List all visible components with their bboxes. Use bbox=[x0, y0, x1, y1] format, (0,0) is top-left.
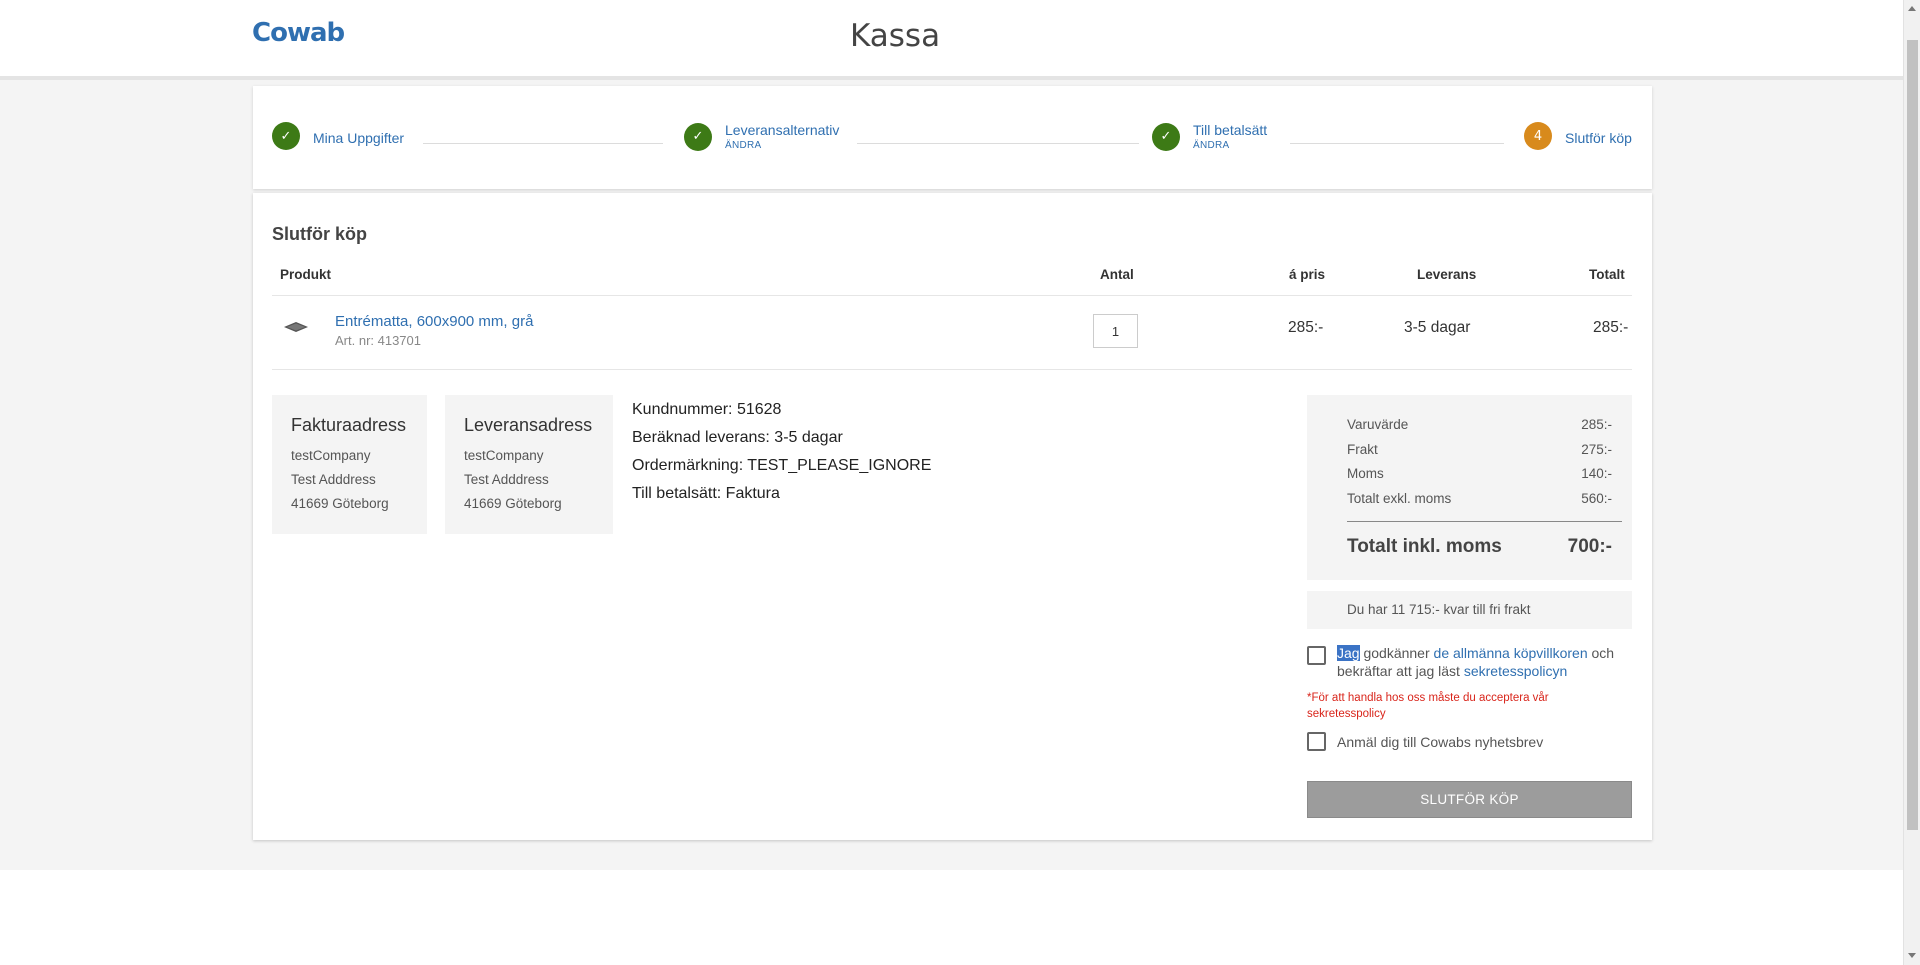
delivery-street: Test Adddress bbox=[464, 472, 549, 487]
step-mina-uppgifter[interactable]: ✓ Mina Uppgifter bbox=[272, 122, 404, 150]
summary-value: 140:- bbox=[1581, 466, 1612, 481]
billing-street: Test Adddress bbox=[291, 472, 376, 487]
payment-method: Till betalsätt: Faktura bbox=[632, 485, 780, 502]
terms-warning: *För att handla hos oss måste du accepte… bbox=[1307, 692, 1549, 720]
privacy-policy-link[interactable]: sekretesspolicyn bbox=[1464, 663, 1568, 679]
total-label: Totalt inkl. moms bbox=[1347, 536, 1502, 557]
doormat-icon[interactable] bbox=[284, 320, 308, 334]
estimated-delivery: Beräknad leverans: 3-5 dagar bbox=[632, 429, 843, 446]
summary-divider bbox=[1347, 521, 1622, 522]
delivery-address: Leveransadress testCompany Test Adddress… bbox=[445, 395, 613, 534]
step-number-badge: 4 bbox=[1524, 122, 1552, 150]
step-edit-link[interactable]: ÄNDRA bbox=[725, 140, 839, 151]
delivery-address-title: Leveransadress bbox=[464, 415, 593, 435]
checkout-panel: Slutför köp Produkt Antal á pris Leveran… bbox=[253, 193, 1652, 840]
summary-label: Moms bbox=[1347, 466, 1384, 481]
newsletter-label[interactable]: Anmäl dig till Cowabs nyhetsbrev bbox=[1337, 734, 1543, 750]
column-quantity: Antal bbox=[1100, 267, 1134, 282]
customer-number: Kundnummer: 51628 bbox=[632, 401, 782, 418]
cowab-logo[interactable]: Cowab bbox=[252, 18, 345, 48]
page-footer bbox=[0, 870, 1903, 965]
delivery-city: 41669 Göteborg bbox=[464, 496, 562, 511]
summary-value: 285:- bbox=[1581, 417, 1612, 432]
delivery-time: 3-5 dagar bbox=[1404, 319, 1471, 336]
summary-row: Moms 140:- bbox=[1347, 462, 1612, 487]
selected-text: Jag bbox=[1337, 645, 1360, 661]
summary-value: 275:- bbox=[1581, 441, 1612, 457]
terms-link[interactable]: de allmänna köpvillkoren bbox=[1434, 645, 1588, 661]
site-header: Cowab Kassa bbox=[0, 0, 1903, 80]
page-title: Kassa bbox=[850, 18, 941, 54]
step-till-betalsatt[interactable]: ✓ Till betalsätt ÄNDRA bbox=[1152, 122, 1267, 151]
step-label[interactable]: Mina Uppgifter bbox=[313, 130, 404, 146]
product-link[interactable]: Entrématta, 600x900 mm, grå bbox=[335, 313, 533, 330]
order-info: Kundnummer: 51628 Beräknad leverans: 3-5… bbox=[632, 396, 931, 508]
total-value: 700:- bbox=[1567, 536, 1612, 557]
product-art-nr: Art. nr: 413701 bbox=[335, 333, 421, 348]
unit-price: 285:- bbox=[1288, 319, 1324, 336]
summary-row: Totalt exkl. moms 560:- bbox=[1347, 487, 1612, 512]
order-summary: Varuvärde 285:- Frakt 275:- Moms 140:- T… bbox=[1307, 395, 1632, 580]
step-label[interactable]: Till betalsätt bbox=[1193, 122, 1267, 138]
terms-checkbox[interactable] bbox=[1307, 646, 1326, 665]
summary-total: Totalt inkl. moms 700:- bbox=[1347, 530, 1612, 558]
check-icon: ✓ bbox=[1152, 122, 1180, 151]
summary-row: Varuvärde 285:- bbox=[1347, 413, 1612, 438]
table-divider bbox=[272, 295, 1632, 296]
column-unit-price: á pris bbox=[1289, 267, 1326, 282]
step-connector bbox=[857, 143, 1139, 144]
free-shipping-notice: Du har 11 715:- kvar till fri frakt bbox=[1307, 591, 1632, 629]
step-slutfor-kop: 4 Slutför köp bbox=[1524, 122, 1632, 150]
scroll-up-arrow-icon[interactable] bbox=[1908, 6, 1916, 11]
scroll-thumb[interactable] bbox=[1907, 40, 1918, 830]
order-marking: Ordermärkning: TEST_PLEASE_IGNORE bbox=[632, 457, 932, 474]
summary-value: 560:- bbox=[1581, 490, 1612, 506]
step-leveransalternativ[interactable]: ✓ Leveransalternativ ÄNDRA bbox=[684, 122, 839, 151]
column-product: Produkt bbox=[280, 267, 332, 282]
check-icon: ✓ bbox=[272, 122, 300, 150]
step-connector bbox=[1290, 143, 1504, 144]
terms-text: Jag godkänner de allmänna köpvillkoren o… bbox=[1337, 644, 1632, 680]
summary-label: Totalt exkl. moms bbox=[1347, 490, 1452, 506]
billing-city: 41669 Göteborg bbox=[291, 496, 389, 511]
row-total: 285:- bbox=[1593, 319, 1629, 336]
summary-label: Frakt bbox=[1347, 441, 1378, 457]
table-divider bbox=[272, 369, 1632, 370]
column-total: Totalt bbox=[1589, 267, 1625, 282]
vertical-scrollbar[interactable] bbox=[1903, 0, 1920, 965]
terms-text-part: godkänner bbox=[1359, 645, 1434, 661]
product-table-header: Produkt Antal á pris Leverans Totalt bbox=[272, 267, 1632, 289]
quantity-input[interactable] bbox=[1093, 314, 1138, 348]
newsletter-checkbox[interactable] bbox=[1307, 732, 1326, 751]
step-edit-link[interactable]: ÄNDRA bbox=[1193, 140, 1267, 151]
step-label[interactable]: Leveransalternativ bbox=[725, 122, 839, 138]
summary-row: Frakt 275:- bbox=[1347, 438, 1612, 463]
billing-company: testCompany bbox=[291, 448, 371, 463]
scroll-down-arrow-icon[interactable] bbox=[1908, 953, 1916, 958]
summary-label: Varuvärde bbox=[1347, 417, 1409, 432]
step-connector bbox=[423, 143, 663, 144]
step-label: Slutför köp bbox=[1565, 130, 1632, 146]
check-icon: ✓ bbox=[684, 122, 712, 151]
checkout-stepper: ✓ Mina Uppgifter ✓ Leveransalternativ ÄN… bbox=[253, 86, 1652, 189]
column-delivery: Leverans bbox=[1417, 267, 1477, 282]
delivery-company: testCompany bbox=[464, 448, 544, 463]
billing-address: Fakturaadress testCompany Test Adddress … bbox=[272, 395, 427, 534]
complete-purchase-button[interactable]: SLUTFÖR KÖP bbox=[1307, 781, 1632, 818]
billing-address-title: Fakturaadress bbox=[291, 415, 407, 435]
table-row: Entrématta, 600x900 mm, grå Art. nr: 413… bbox=[272, 297, 1632, 362]
section-title: Slutför köp bbox=[272, 224, 367, 244]
